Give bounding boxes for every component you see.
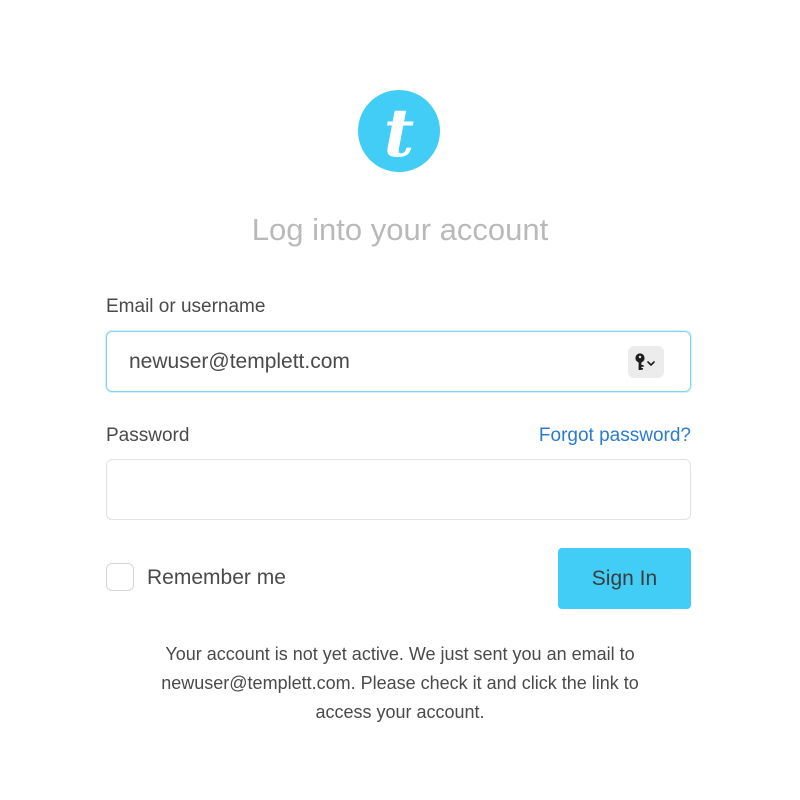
email-label: Email or username (106, 296, 266, 317)
sign-in-button[interactable]: Sign In (558, 548, 691, 609)
logo-letter: t (383, 94, 415, 172)
notice-line: Your account is not yet active. We just … (165, 644, 635, 664)
password-input[interactable] (129, 460, 609, 519)
forgot-password-link[interactable]: Forgot password? (539, 425, 691, 447)
notice-line: newuser@templett.com. Please check it an… (161, 673, 639, 693)
password-label: Password (106, 425, 190, 446)
brand-logo: t (358, 90, 440, 172)
password-field[interactable] (106, 459, 691, 520)
password-manager-button[interactable] (628, 346, 664, 378)
remember-me-label[interactable]: Remember me (147, 566, 286, 590)
account-notice: Your account is not yet active. We just … (100, 640, 700, 727)
page-title: Log into your account (251, 212, 549, 247)
email-field[interactable] (106, 331, 691, 392)
email-input[interactable] (129, 332, 609, 391)
remember-me-checkbox[interactable] (106, 563, 134, 591)
notice-line: access your account. (315, 702, 485, 722)
key-icon (635, 353, 655, 370)
